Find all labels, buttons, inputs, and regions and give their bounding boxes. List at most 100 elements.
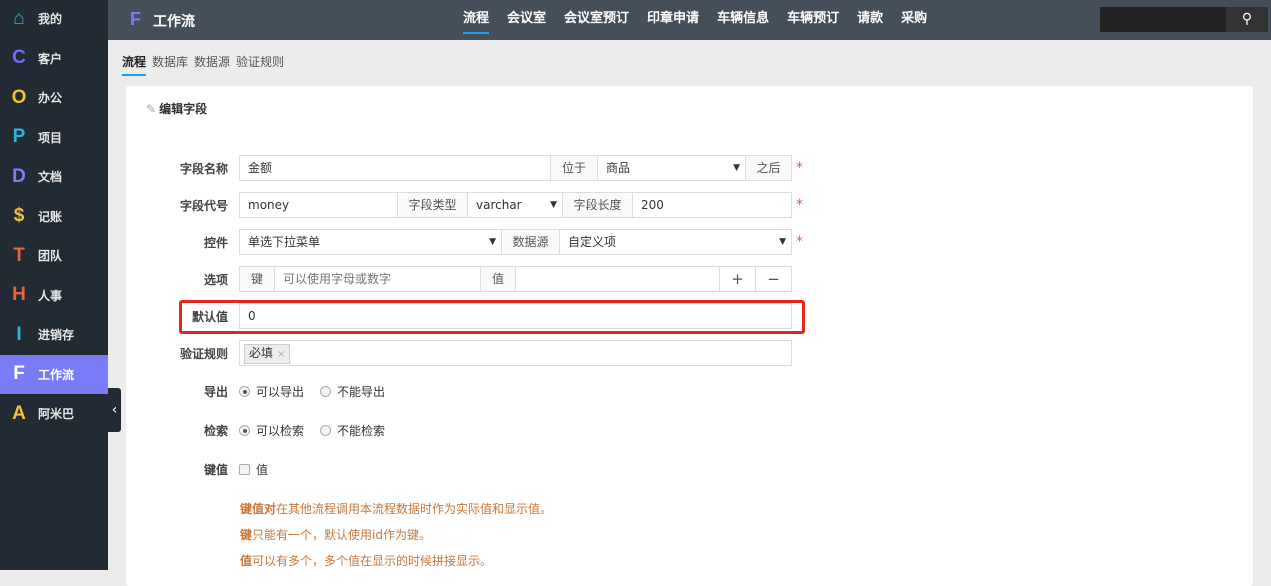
search-yes-radio[interactable]: 可以检索 — [239, 422, 304, 439]
default-value-input[interactable]: 0 — [239, 303, 792, 329]
tag-remove-icon[interactable]: × — [277, 349, 285, 360]
checkbox-icon — [239, 464, 250, 475]
note-bold: 键 — [240, 528, 253, 542]
sidebar: ⌂ 我的 C 客户 O 办公 P 项目 D 文档 $ 记账 T 团队 H 人事 I 进销存 F 工作流 A 阿米巴 — [0, 0, 108, 570]
key-value-checkbox[interactable]: 值 — [239, 461, 268, 478]
data-source-select[interactable]: 自定义项 — [559, 229, 792, 255]
sidebar-item-label: 办公 — [38, 91, 63, 105]
top-nav-item[interactable]: 车辆信息 — [717, 0, 769, 40]
sub-tab[interactable]: 验证规则 — [236, 53, 284, 76]
validation-rules-input[interactable]: 必填 × — [239, 340, 792, 366]
key-value-option-label: 值 — [256, 463, 269, 477]
search-label: 检索 — [203, 424, 228, 438]
h-letter-icon: H — [12, 284, 26, 305]
sidebar-item[interactable]: $ 记账 — [0, 197, 108, 236]
dollar-icon: $ — [13, 205, 25, 226]
top-nav-item[interactable]: 流程 — [463, 0, 490, 40]
note-bold: 值 — [240, 554, 253, 568]
sidebar-item[interactable]: F 工作流 — [0, 354, 108, 394]
sidebar-item-label: 工作流 — [38, 367, 75, 382]
search-button[interactable]: ⚲ — [1226, 7, 1268, 32]
note-text: 只能有一个，默认使用id作为键。 — [252, 528, 431, 542]
key-addon: 键 — [239, 266, 275, 292]
t-letter-icon: T — [13, 244, 25, 266]
radio-icon — [320, 386, 331, 397]
radio-checked-icon — [239, 386, 250, 397]
top-nav-item[interactable]: 印章申请 — [647, 0, 699, 40]
card-title: ✎ 编辑字段 — [146, 100, 207, 117]
export-no-radio[interactable]: 不能导出 — [320, 383, 385, 400]
top-nav-item[interactable]: 车辆预订 — [787, 0, 839, 40]
field-length-input[interactable]: 200 — [632, 192, 792, 218]
field-name-input[interactable]: 金额 — [239, 155, 551, 181]
top-nav-item[interactable]: 采购 — [901, 0, 927, 40]
search-no-radio[interactable]: 不能检索 — [320, 422, 385, 439]
search-icon: ⚲ — [1241, 11, 1253, 27]
required-mark: * — [796, 160, 803, 176]
sidebar-item[interactable]: O 办公 — [0, 78, 108, 117]
sidebar-item[interactable]: A 阿米巴 — [0, 394, 108, 433]
default-value-label: 默认值 — [191, 310, 228, 324]
remove-option-button[interactable]: − — [755, 266, 792, 292]
sidebar-item[interactable]: C 客户 — [0, 39, 108, 78]
options-label: 选项 — [203, 273, 228, 287]
a-letter-icon: A — [12, 402, 26, 424]
field-type-select[interactable]: varchar — [467, 192, 563, 218]
help-note: 值可以有多个，多个值在显示的时候拼接显示。 — [240, 552, 492, 569]
sidebar-item-label: 项目 — [38, 130, 63, 145]
export-label: 导出 — [203, 385, 228, 399]
search-input[interactable] — [1100, 7, 1226, 32]
field-type-value: varchar — [476, 198, 522, 212]
position-addon: 位于 — [550, 155, 598, 181]
option-value-input[interactable] — [515, 266, 720, 292]
control-select-value: 单选下拉菜单 — [248, 235, 321, 249]
export-yes-radio[interactable]: 可以导出 — [239, 383, 304, 400]
help-note: 键只能有一个，默认使用id作为键。 — [240, 526, 431, 543]
sidebar-item[interactable]: T 团队 — [0, 236, 108, 275]
sub-tab[interactable]: 数据源 — [194, 53, 230, 76]
key-value-label: 键值 — [203, 463, 228, 477]
d-letter-icon: D — [12, 165, 26, 187]
sidebar-item[interactable]: H 人事 — [0, 276, 108, 315]
required-mark: * — [796, 197, 803, 213]
search-yes-label: 可以检索 — [256, 424, 305, 438]
sidebar-item[interactable]: D 文档 — [0, 157, 108, 196]
position-select-value: 商品 — [606, 161, 631, 175]
rule-tag-label: 必填 — [249, 346, 274, 360]
top-nav-item[interactable]: 请款 — [857, 0, 883, 40]
sidebar-item-label: 团队 — [38, 249, 63, 263]
control-select[interactable]: 单选下拉菜单 — [239, 229, 502, 255]
value-addon: 值 — [480, 266, 516, 292]
field-length-addon: 字段长度 — [562, 192, 633, 218]
control-label: 控件 — [203, 236, 228, 250]
sidebar-item-label: 进销存 — [38, 328, 75, 342]
sidebar-item[interactable]: I 进销存 — [0, 315, 108, 354]
search-no-label: 不能检索 — [337, 424, 386, 438]
export-yes-label: 可以导出 — [256, 385, 305, 399]
position-select[interactable]: 商品 — [597, 155, 746, 181]
f-letter-icon: F — [13, 363, 25, 384]
top-header: F 工作流 流程 会议室 会议室预订 印章申请 车辆信息 车辆预订 请款 采购 ⚲ — [108, 0, 1271, 40]
sidebar-item-label: 阿米巴 — [38, 407, 75, 421]
p-letter-icon: P — [12, 126, 26, 147]
sidebar-item[interactable]: ⌂ 我的 — [0, 0, 108, 38]
top-nav-item[interactable]: 会议室预订 — [564, 0, 629, 40]
sidebar-item-label: 客户 — [38, 51, 63, 66]
sub-tab[interactable]: 流程 — [122, 53, 147, 76]
field-code-input[interactable]: money — [239, 192, 398, 218]
option-key-input[interactable] — [274, 266, 481, 292]
home-icon: ⌂ — [13, 7, 25, 29]
add-option-button[interactable]: + — [719, 266, 756, 292]
collapse-sidebar-button[interactable]: ‹ — [108, 388, 121, 432]
radio-checked-icon — [239, 425, 250, 436]
required-mark: * — [796, 234, 803, 250]
validation-rules-label: 验证规则 — [179, 347, 228, 361]
radio-icon — [320, 425, 331, 436]
sub-tab[interactable]: 数据库 — [152, 53, 188, 76]
card-title-text: 编辑字段 — [159, 102, 208, 116]
sidebar-item[interactable]: P 项目 — [0, 118, 108, 157]
app-logo-icon: F — [130, 9, 141, 29]
data-source-addon: 数据源 — [501, 229, 560, 255]
top-nav-item[interactable]: 会议室 — [507, 0, 546, 40]
o-letter-icon: O — [11, 86, 27, 108]
